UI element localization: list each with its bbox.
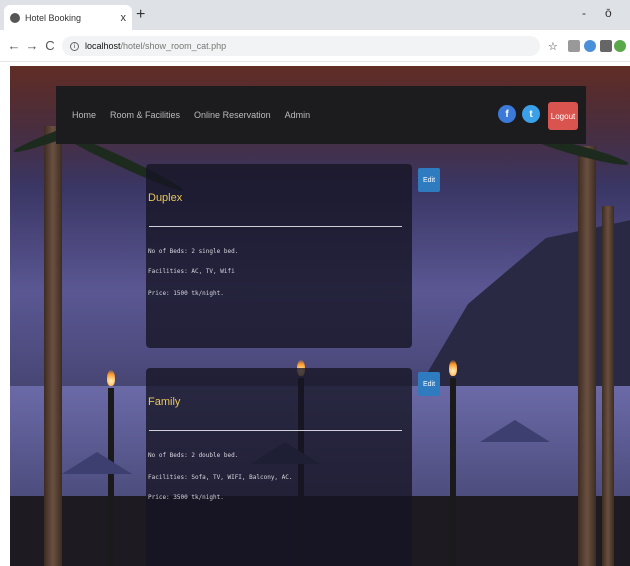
info-icon[interactable]: i — [70, 41, 79, 51]
reload-icon[interactable]: C — [42, 38, 58, 53]
torch — [108, 388, 114, 566]
torch — [450, 378, 456, 566]
room-beds: No of Beds: 2 double bed. — [148, 452, 239, 459]
room-title: Family — [148, 396, 181, 408]
nav-home[interactable]: Home — [72, 110, 96, 120]
extension-blue-icon[interactable] — [584, 40, 596, 52]
site-navbar: Home Room & Facilities Online Reservatio… — [56, 86, 586, 144]
restore-button[interactable]: ō — [605, 6, 612, 20]
browser-tab[interactable]: Hotel Booking x — [4, 5, 132, 30]
room-price: Price: 3500 tk/night. — [148, 494, 224, 501]
room-facilities: Facilities: Sofa, TV, WIFI, Balcony, AC. — [148, 474, 293, 481]
logout-button[interactable]: Logout — [548, 102, 578, 130]
twitter-icon[interactable]: t — [522, 105, 540, 123]
forward-icon[interactable]: → — [24, 38, 40, 53]
tab-title: Hotel Booking — [25, 12, 82, 23]
room-card: Family No of Beds: 2 double bed. Facilit… — [146, 368, 412, 566]
room-title: Duplex — [148, 192, 183, 204]
palm-trunk-right — [578, 146, 596, 566]
room-facilities: Facilities: AC, TV, Wifi — [148, 268, 235, 275]
torch-flame — [107, 370, 115, 386]
room-card: Duplex No of Beds: 2 single bed. Facilit… — [146, 164, 412, 348]
bookmark-star-icon[interactable]: ☆ — [548, 40, 558, 53]
palm-trunk-left — [44, 126, 62, 566]
nav-room-facilities[interactable]: Room & Facilities — [110, 110, 180, 120]
browser-tab-bar: Hotel Booking x + - ō — [0, 0, 630, 30]
tab-close-icon[interactable]: x — [121, 12, 127, 24]
extensions-puzzle-icon[interactable] — [600, 40, 612, 52]
address-bar[interactable]: i localhost /hotel/show_room_cat.php — [62, 36, 540, 56]
back-icon[interactable]: ← — [6, 38, 22, 53]
minimize-button[interactable]: - — [582, 6, 586, 20]
url-host: localhost — [85, 41, 121, 51]
room-price: Price: 1500 tk/night. — [148, 290, 224, 297]
divider — [149, 430, 402, 431]
profile-avatar[interactable] — [614, 40, 626, 52]
facebook-icon[interactable]: f — [498, 105, 516, 123]
room-beds: No of Beds: 2 single bed. — [148, 248, 239, 255]
torch-flame — [449, 360, 457, 376]
page-background: Home Room & Facilities Online Reservatio… — [10, 66, 630, 566]
nav-online-reservation[interactable]: Online Reservation — [194, 110, 271, 120]
url-path: /hotel/show_room_cat.php — [120, 41, 227, 51]
nav-admin[interactable]: Admin — [285, 110, 311, 120]
palm-trunk-right-2 — [602, 206, 614, 566]
edit-button[interactable]: Edit — [418, 168, 440, 192]
new-tab-button[interactable]: + — [136, 6, 145, 24]
divider — [149, 226, 402, 227]
extension-icon[interactable] — [568, 40, 580, 52]
favicon-icon — [10, 12, 20, 23]
edit-button[interactable]: Edit — [418, 372, 440, 396]
